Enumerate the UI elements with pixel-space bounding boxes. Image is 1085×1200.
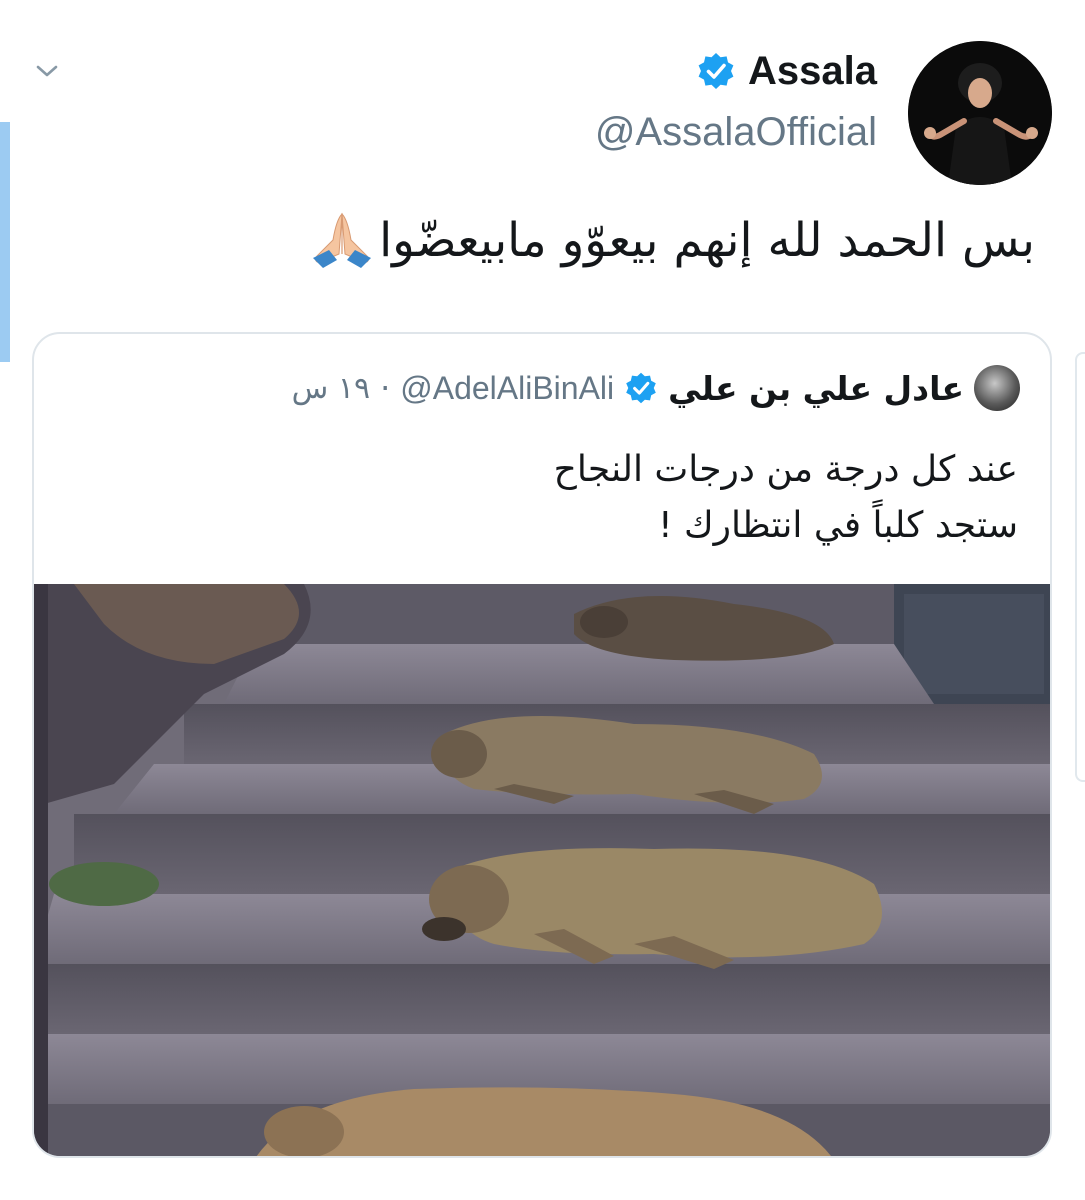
- selection-accent-bar: [0, 122, 10, 362]
- quoted-tweet-text: عند كل درجة من درجات النجاح ستجد كلباً ف…: [554, 442, 1018, 554]
- meta-separator: ·: [380, 369, 391, 407]
- chevron-down-icon[interactable]: [32, 56, 62, 86]
- quoted-tweet-card[interactable]: عادل علي بن علي @AdelAliBinAli · ١٩ س عن…: [32, 332, 1052, 1158]
- folded-hands-icon: [309, 210, 375, 270]
- quoted-tweet-timestamp[interactable]: ١٩ س: [292, 371, 370, 406]
- author-handle[interactable]: @AssalaOfficial: [595, 110, 877, 155]
- quoted-tweet-header: عادل علي بن علي @AdelAliBinAli · ١٩ س: [292, 364, 1020, 412]
- quoted-tweet-line: ستجد كلباً في انتظارك !: [658, 505, 1018, 546]
- quoted-tweet-photo[interactable]: [34, 584, 1050, 1156]
- scrollbar[interactable]: [1075, 352, 1085, 782]
- quoted-author-avatar[interactable]: [974, 365, 1020, 411]
- verified-badge-icon: [696, 51, 736, 91]
- quoted-verified-badge-icon: [624, 371, 658, 405]
- quoted-tweet-line: عند كل درجة من درجات النجاح: [553, 449, 1018, 490]
- quoted-author-display-name[interactable]: عادل علي بن علي: [668, 369, 964, 408]
- author-name-row[interactable]: Assala: [696, 46, 877, 96]
- tweet-text-content: بس الحمد لله إنهم بيعوّو مابيعضّوا: [379, 212, 1035, 268]
- avatar[interactable]: [908, 41, 1052, 185]
- quoted-author-handle[interactable]: @AdelAliBinAli: [400, 370, 614, 407]
- tweet-text: بس الحمد لله إنهم بيعوّو مابيعضّوا: [309, 210, 1035, 270]
- author-display-name[interactable]: Assala: [748, 49, 877, 94]
